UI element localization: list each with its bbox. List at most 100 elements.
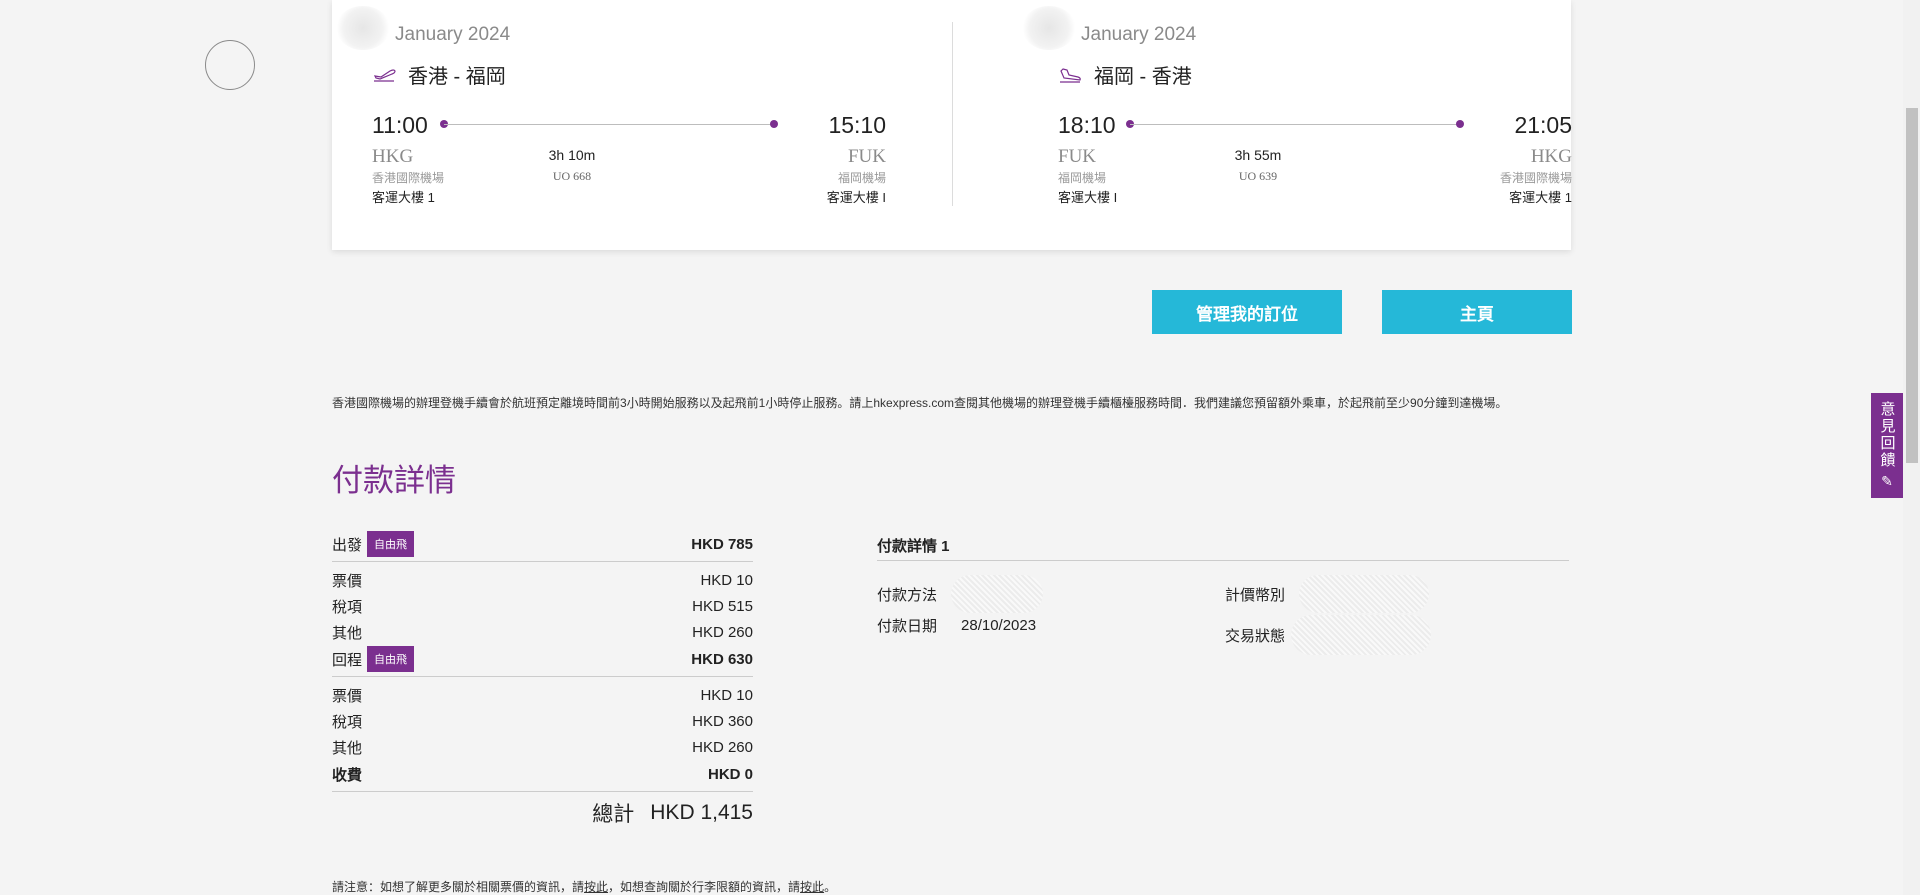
baggage-info-link[interactable]: 按此 <box>800 880 824 894</box>
return-flight-number: UO 639 <box>1238 169 1278 183</box>
scrollbar-thumb[interactable] <box>1906 108 1918 463</box>
redacted-value <box>951 575 1044 613</box>
return-departure-code: FUK <box>1058 146 1097 167</box>
fare-line: 其他 HKD 260 <box>332 734 753 760</box>
timeline-line <box>444 124 774 125</box>
line-amount: HKD 10 <box>700 686 753 704</box>
payment-section-title: 付款詳情 <box>332 463 456 498</box>
timeline-end-dot <box>770 120 778 128</box>
return-label: 回程 <box>332 651 363 669</box>
payment-method-row: 付款方法 <box>877 575 1044 613</box>
line-label: 稅項 <box>332 598 363 616</box>
footnote-text: ，如想查詢關於行李限額的資訊，請 <box>608 880 801 894</box>
footnote-text: 。 <box>824 880 837 894</box>
fare-line: 票價 HKD 10 <box>332 567 753 593</box>
divider <box>332 676 753 677</box>
return-arrival-airport: 香港國際機場 <box>1499 171 1572 185</box>
line-label: 票價 <box>332 572 363 590</box>
transaction-status-row: 交易狀態 <box>1225 615 1432 655</box>
payment-date-row: 付款日期 28/10/2023 <box>877 615 1036 636</box>
total-amount: HKD 1,415 <box>650 801 753 824</box>
fees-label: 收費 <box>332 766 363 784</box>
line-label: 其他 <box>332 739 363 757</box>
return-arrival-time: 21:05 <box>1514 112 1572 138</box>
fare-line: 其他 HKD 260 <box>332 619 753 645</box>
payment-detail-title: 付款詳情 1 <box>877 537 950 555</box>
outbound-flight-number: UO 668 <box>552 169 592 183</box>
transaction-status-label: 交易狀態 <box>1225 627 1286 645</box>
line-amount: HKD 360 <box>692 712 753 730</box>
redacted-date-mark <box>336 6 390 50</box>
outbound-departure-terminal: 客運大樓 1 <box>372 190 435 205</box>
return-route-text: 福岡 - 香港 <box>1094 66 1192 88</box>
fare-info-link[interactable]: 按此 <box>584 880 608 894</box>
outbound-arrival-airport: 福岡機場 <box>837 171 886 185</box>
line-amount: HKD 260 <box>692 738 753 756</box>
outbound-leg: January 2024 香港 - 福岡 11:00 15:10 HKG 3h … <box>332 0 886 250</box>
payment-date-label: 付款日期 <box>877 618 938 635</box>
outbound-departure-time: 11:00 <box>372 112 428 138</box>
line-amount: HKD 260 <box>692 623 753 641</box>
currency-label: 計價幣別 <box>1225 586 1286 604</box>
circle-icon <box>205 40 255 90</box>
manage-booking-button[interactable]: 管理我的訂位 <box>1152 290 1342 334</box>
return-departure-airport: 福岡機場 <box>1058 171 1107 185</box>
line-amount: HKD 10 <box>700 571 753 589</box>
divider <box>877 560 1569 561</box>
edit-icon: ✎ <box>1881 473 1893 489</box>
payment-method-label: 付款方法 <box>877 586 938 604</box>
payment-detail-panel: 付款詳情 1 付款方法 付款日期 28/10/2023 計價幣別 交易狀態 <box>877 530 1569 655</box>
total-label: 總計 <box>592 803 635 826</box>
outbound-duration: 3h 10m <box>548 147 596 163</box>
line-label: 票價 <box>332 687 363 705</box>
payment-breakdown: 出發 自由飛 HKD 785 票價 HKD 10 稅項 HKD 515 其他 HKD 2… <box>332 530 753 828</box>
return-month: January 2024 <box>1081 24 1197 45</box>
redacted-value <box>1299 575 1430 613</box>
outbound-month: January 2024 <box>395 24 511 45</box>
outbound-arrival-terminal: 客運大樓 I <box>826 190 886 205</box>
departure-amount: HKD 785 <box>691 535 753 553</box>
return-arrival-code: HKG <box>1530 146 1572 167</box>
return-fare-header: 回程 自由飛 HKD 630 <box>332 645 753 673</box>
plane-landing-icon <box>1060 67 1081 83</box>
page-scrollbar[interactable] <box>1903 0 1920 895</box>
fare-line: 稅項 HKD 515 <box>332 593 753 619</box>
fare-type-badge: 自由飛 <box>367 531 415 557</box>
footnote-text: 請注意：如想了解更多關於相關票價的資訊，請 <box>332 880 585 894</box>
fare-line: 票價 HKD 10 <box>332 682 753 708</box>
outbound-departure-airport: 香港國際機場 <box>372 171 445 185</box>
redacted-value <box>1291 615 1432 655</box>
fare-footnote: 請注意：如想了解更多關於相關票價的資訊，請按此，如想查詢關於行李限額的資訊，請按… <box>332 878 836 895</box>
return-departure-terminal: 客運大樓 I <box>1058 190 1118 205</box>
outbound-route-text: 香港 - 福岡 <box>408 66 506 88</box>
flight-itinerary-card: January 2024 香港 - 福岡 11:00 15:10 HKG 3h … <box>332 0 1572 250</box>
return-arrival-terminal: 客運大樓 1 <box>1509 190 1572 205</box>
departure-fare-header: 出發 自由飛 HKD 785 <box>332 530 753 558</box>
fees-row: 收費 HKD 0 <box>332 760 753 788</box>
return-leg: January 2024 福岡 - 香港 18:10 21:05 FUK 3h … <box>1018 0 1572 250</box>
departure-label: 出發 <box>332 536 363 554</box>
currency-row: 計價幣別 <box>1225 575 1430 613</box>
home-button[interactable]: 主頁 <box>1382 290 1572 334</box>
outbound-arrival-time: 15:10 <box>828 112 886 138</box>
fare-type-badge: 自由飛 <box>367 646 415 672</box>
leg-divider <box>952 22 953 206</box>
redacted-date-mark <box>1022 6 1076 50</box>
feedback-label: 意見回饋 <box>1878 401 1896 469</box>
check-in-notice: 香港國際機場的辦理登機手續會於航班預定離境時間前3小時開始服務以及起飛前1小時停… <box>332 396 1508 410</box>
fees-amount: HKD 0 <box>707 765 753 783</box>
timeline-end-dot <box>1456 120 1464 128</box>
total-row: 總計 HKD 1,415 <box>332 798 753 828</box>
return-amount: HKD 630 <box>691 650 753 668</box>
outbound-departure-code: HKG <box>372 146 414 167</box>
plane-takeoff-icon <box>373 68 396 82</box>
divider <box>332 561 753 562</box>
timeline-line <box>1130 124 1460 125</box>
divider <box>332 791 753 792</box>
return-duration: 3h 55m <box>1234 147 1282 163</box>
payment-date-value: 28/10/2023 <box>961 617 1037 634</box>
feedback-tab[interactable]: 意見回饋 ✎ <box>1871 393 1903 498</box>
fare-line: 稅項 HKD 360 <box>332 708 753 734</box>
outbound-arrival-code: FUK <box>847 146 886 167</box>
return-route: 福岡 - 香港 <box>1058 60 1192 89</box>
